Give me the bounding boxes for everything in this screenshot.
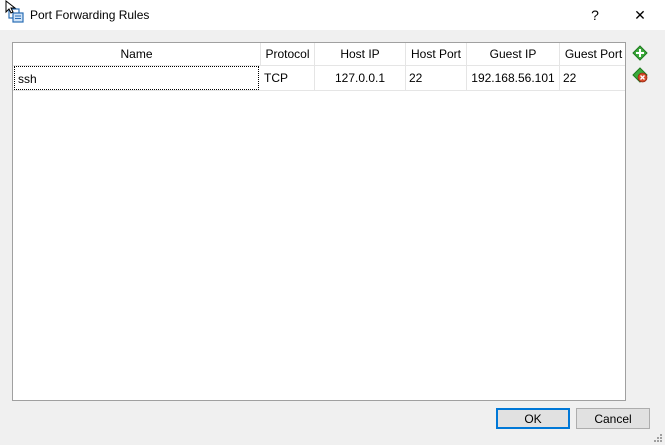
- title-bar: Port Forwarding Rules ? ✕: [0, 0, 665, 30]
- close-button[interactable]: ✕: [620, 0, 660, 30]
- cell-guest-ip[interactable]: 192.168.56.101: [467, 66, 560, 90]
- resize-grip-icon[interactable]: [652, 432, 663, 443]
- column-header-name[interactable]: Name: [13, 43, 261, 65]
- column-header-guest-ip[interactable]: Guest IP: [467, 43, 560, 65]
- cell-host-ip[interactable]: 127.0.0.1: [315, 66, 406, 90]
- add-rule-icon[interactable]: [632, 45, 648, 61]
- column-header-guest-port[interactable]: Guest Port: [560, 43, 625, 65]
- ok-button[interactable]: OK: [496, 408, 570, 429]
- table-header: Name Protocol Host IP Host Port Guest IP…: [13, 43, 625, 66]
- cancel-button[interactable]: Cancel: [576, 408, 650, 429]
- cell-guest-port[interactable]: 22: [560, 66, 625, 90]
- remove-rule-icon[interactable]: [632, 67, 648, 83]
- port-forwarding-table[interactable]: Name Protocol Host IP Host Port Guest IP…: [12, 42, 626, 401]
- table-row[interactable]: ssh TCP 127.0.0.1 22 192.168.56.101 22: [13, 66, 625, 91]
- column-header-host-port[interactable]: Host Port: [406, 43, 467, 65]
- cell-host-port[interactable]: 22: [406, 66, 467, 90]
- help-button[interactable]: ?: [575, 0, 615, 30]
- port-forwarding-dialog: Port Forwarding Rules ? ✕ Name Protocol …: [0, 0, 665, 445]
- cell-name[interactable]: ssh: [14, 66, 259, 90]
- column-header-protocol[interactable]: Protocol: [261, 43, 315, 65]
- window-title: Port Forwarding Rules: [30, 8, 150, 22]
- mouse-cursor-icon: [5, 0, 17, 14]
- column-header-host-ip[interactable]: Host IP: [315, 43, 406, 65]
- cell-protocol[interactable]: TCP: [261, 66, 315, 90]
